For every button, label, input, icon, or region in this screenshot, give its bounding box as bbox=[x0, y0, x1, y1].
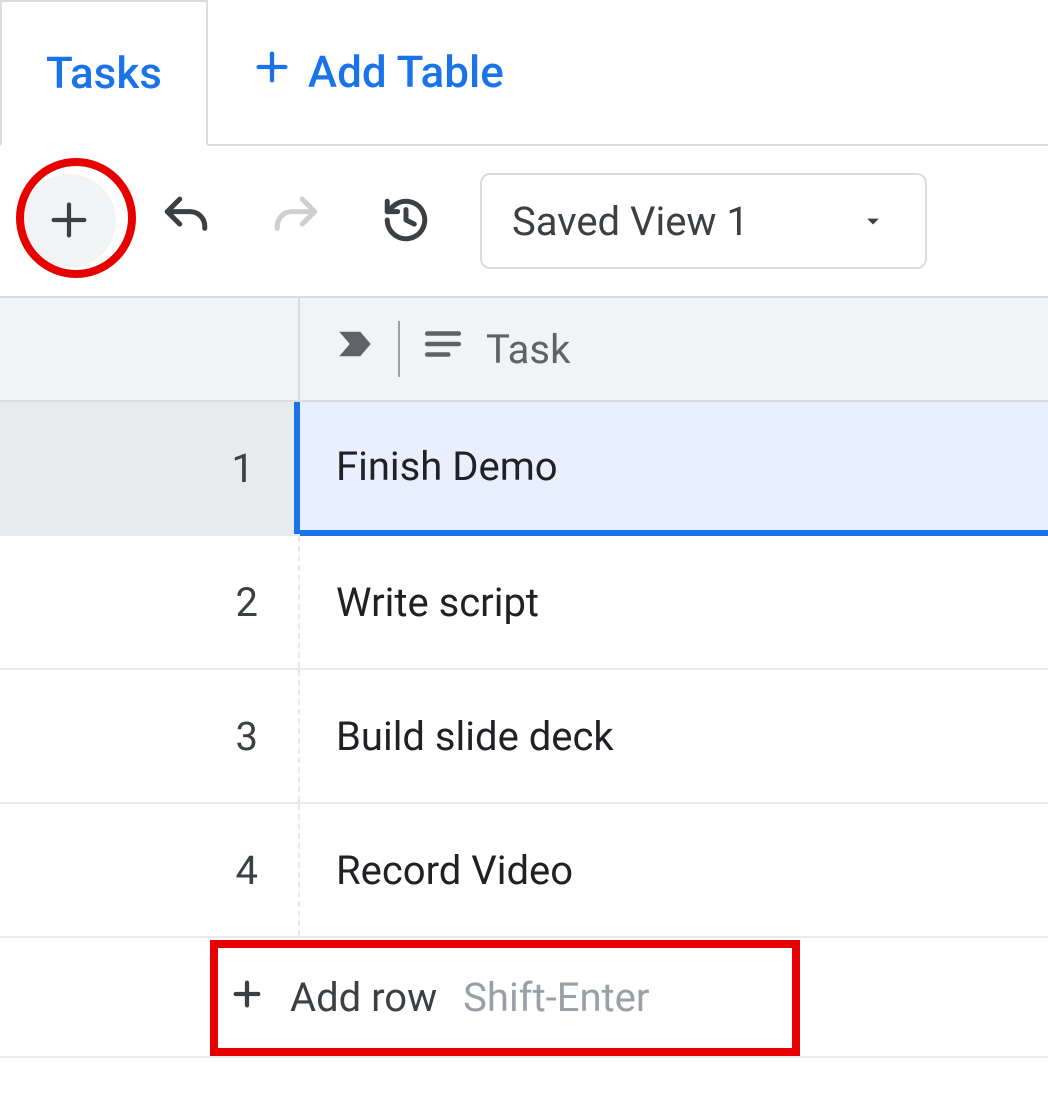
redo-button[interactable] bbox=[256, 181, 336, 261]
plus-icon bbox=[252, 46, 292, 98]
task-cell[interactable]: Finish Demo bbox=[300, 402, 1048, 536]
task-column-label: Task bbox=[486, 326, 570, 373]
saved-view-dropdown[interactable]: Saved View 1 bbox=[480, 173, 927, 269]
row-number[interactable]: 3 bbox=[0, 670, 300, 802]
tab-tasks[interactable]: Tasks bbox=[0, 0, 208, 146]
add-row-hint: Shift-Enter bbox=[463, 974, 649, 1021]
undo-button[interactable] bbox=[146, 181, 226, 261]
text-column-icon bbox=[422, 323, 464, 375]
row-number[interactable]: 4 bbox=[0, 804, 300, 936]
task-cell[interactable]: Record Video bbox=[300, 804, 1048, 936]
task-cell[interactable]: Build slide deck bbox=[300, 670, 1048, 802]
plus-icon bbox=[46, 197, 92, 246]
undo-icon bbox=[161, 195, 211, 248]
table-row[interactable]: 3 Build slide deck bbox=[0, 670, 1048, 804]
divider bbox=[398, 321, 400, 377]
tab-strip: Tasks Add Table bbox=[0, 0, 1048, 146]
row-number[interactable]: 1 bbox=[0, 402, 300, 534]
row-number-column-header[interactable] bbox=[0, 298, 300, 400]
tag-icon bbox=[334, 323, 376, 375]
table-row[interactable]: 2 Write script bbox=[0, 536, 1048, 670]
saved-view-label: Saved View 1 bbox=[512, 198, 749, 245]
redo-icon bbox=[271, 195, 321, 248]
tab-add-table-label: Add Table bbox=[308, 46, 504, 98]
add-row[interactable]: Add row Shift-Enter bbox=[0, 938, 1048, 1058]
row-number[interactable]: 2 bbox=[0, 536, 300, 668]
task-column-header[interactable]: Task bbox=[300, 298, 1048, 400]
tab-tasks-label: Tasks bbox=[46, 47, 162, 99]
table-row[interactable]: 1 Finish Demo bbox=[0, 402, 1048, 536]
add-row-label: Add row bbox=[290, 974, 437, 1021]
tab-add-table[interactable]: Add Table bbox=[208, 0, 548, 144]
table-row[interactable]: 4 Record Video bbox=[0, 804, 1048, 938]
add-button[interactable] bbox=[22, 174, 116, 268]
column-header-row: Task bbox=[0, 296, 1048, 402]
toolbar: Saved View 1 bbox=[0, 146, 1048, 296]
caret-down-icon bbox=[859, 198, 887, 245]
task-cell[interactable]: Write script bbox=[300, 536, 1048, 668]
history-button[interactable] bbox=[366, 181, 446, 261]
history-icon bbox=[381, 195, 431, 248]
plus-icon bbox=[230, 974, 264, 1021]
